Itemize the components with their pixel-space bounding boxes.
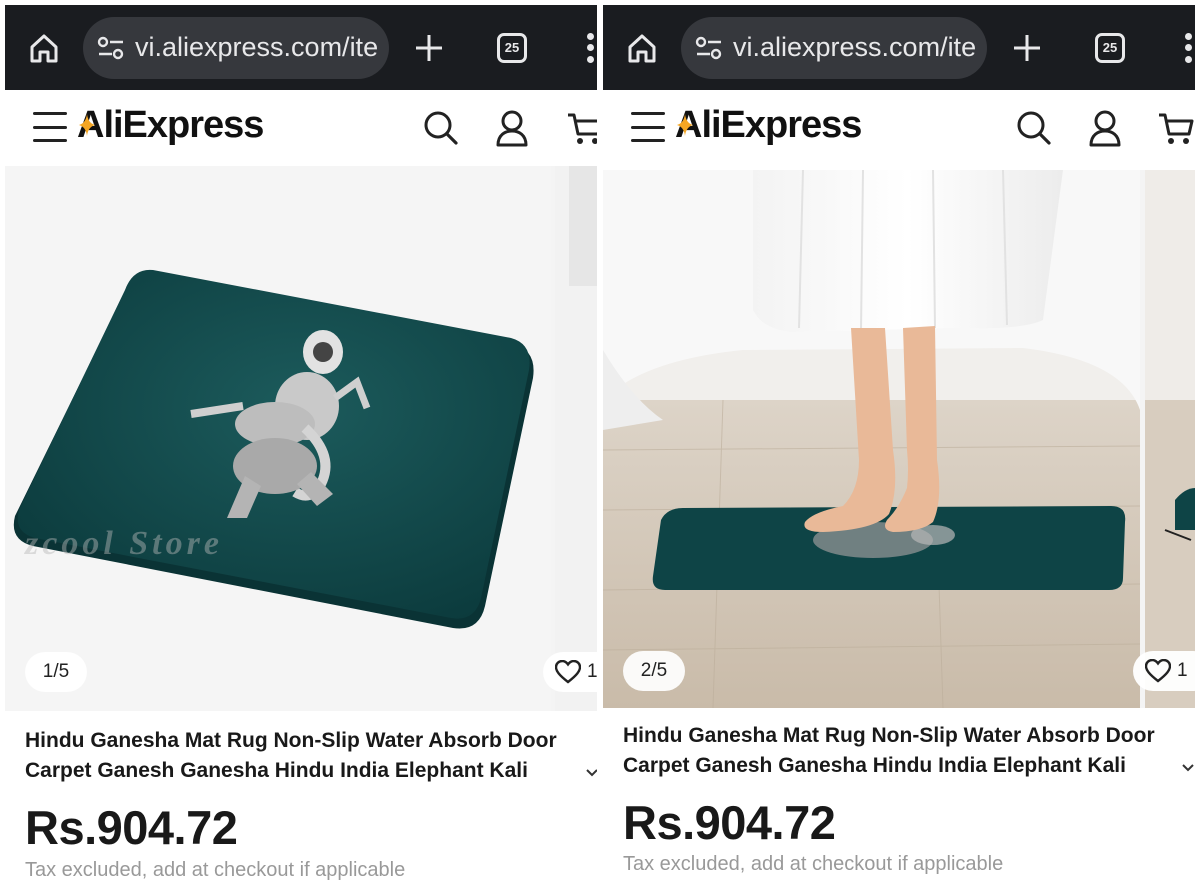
wishlist-count: 1 bbox=[587, 661, 597, 682]
plus-icon[interactable] bbox=[411, 30, 447, 66]
cart-icon[interactable] bbox=[565, 108, 597, 148]
screen-left: vi.aliexpress.com/ite 25 AliExpress zcoo… bbox=[5, 0, 597, 895]
browser-toolbar: vi.aliexpress.com/ite 25 bbox=[603, 5, 1195, 90]
heart-icon bbox=[1145, 659, 1171, 683]
more-vert-icon[interactable] bbox=[583, 30, 597, 66]
address-bar[interactable]: vi.aliexpress.com/ite bbox=[681, 16, 987, 79]
product-price: Rs.904.72 bbox=[623, 796, 836, 849]
product-title[interactable]: Hindu Ganesha Mat Rug Non-Slip Water Abs… bbox=[25, 726, 567, 786]
image-page-indicator: 2/5 bbox=[623, 651, 685, 691]
url-text: vi.aliexpress.com/ite bbox=[733, 32, 977, 62]
url-text: vi.aliexpress.com/ite bbox=[135, 32, 379, 62]
cart-icon[interactable] bbox=[1156, 108, 1195, 148]
aliexpress-logo[interactable]: AliExpress bbox=[675, 104, 862, 147]
wishlist-button[interactable]: 1 bbox=[543, 652, 597, 692]
wishlist-count: 1 bbox=[1177, 660, 1188, 681]
product-gallery[interactable]: 2/5 1 bbox=[603, 170, 1195, 708]
search-icon[interactable] bbox=[1014, 108, 1054, 148]
screen-right: vi.aliexpress.com/ite 25 AliExpress 2/5 … bbox=[603, 0, 1195, 895]
product-title[interactable]: Hindu Ganesha Mat Rug Non-Slip Water Abs… bbox=[623, 721, 1165, 781]
home-icon[interactable] bbox=[625, 31, 659, 65]
more-vert-icon[interactable] bbox=[1181, 30, 1195, 66]
search-icon[interactable] bbox=[421, 108, 461, 148]
aliexpress-logo[interactable]: AliExpress bbox=[77, 104, 264, 147]
next-image-peek[interactable] bbox=[1145, 170, 1195, 708]
site-header: AliExpress bbox=[5, 90, 597, 166]
wishlist-button[interactable]: 1 bbox=[1133, 651, 1195, 691]
plus-icon[interactable] bbox=[1009, 30, 1045, 66]
account-icon[interactable] bbox=[492, 108, 532, 148]
chevron-down-icon[interactable] bbox=[585, 766, 597, 780]
account-icon[interactable] bbox=[1085, 108, 1125, 148]
site-settings-icon[interactable] bbox=[95, 32, 127, 64]
heart-icon bbox=[555, 660, 581, 684]
product-image[interactable]: zcool Store bbox=[5, 166, 551, 711]
tab-switcher-icon[interactable]: 25 bbox=[1095, 32, 1125, 63]
tab-count: 25 bbox=[1102, 40, 1118, 55]
browser-toolbar: vi.aliexpress.com/ite 25 bbox=[5, 5, 597, 90]
watermark: zcool Store bbox=[24, 525, 223, 562]
tax-note: Tax excluded, add at checkout if applica… bbox=[623, 853, 1004, 875]
product-image[interactable] bbox=[603, 170, 1140, 708]
home-icon[interactable] bbox=[27, 31, 61, 65]
tab-count: 25 bbox=[504, 40, 520, 55]
logo-text: AliExpress bbox=[675, 104, 862, 146]
tab-switcher-icon[interactable]: 25 bbox=[497, 32, 527, 63]
image-page-indicator: 1/5 bbox=[25, 652, 87, 692]
address-bar[interactable]: vi.aliexpress.com/ite bbox=[83, 16, 389, 79]
hamburger-icon[interactable] bbox=[631, 112, 665, 142]
tax-note: Tax excluded, add at checkout if applica… bbox=[25, 859, 406, 881]
hamburger-icon[interactable] bbox=[33, 112, 67, 142]
site-settings-icon[interactable] bbox=[693, 32, 725, 64]
chevron-down-icon[interactable] bbox=[1181, 761, 1195, 775]
next-image-peek[interactable] bbox=[555, 166, 597, 711]
product-price: Rs.904.72 bbox=[25, 801, 238, 854]
logo-text: AliExpress bbox=[77, 104, 264, 146]
site-header: AliExpress bbox=[603, 90, 1195, 166]
product-gallery[interactable]: zcool Store 1/5 1 bbox=[5, 166, 597, 711]
